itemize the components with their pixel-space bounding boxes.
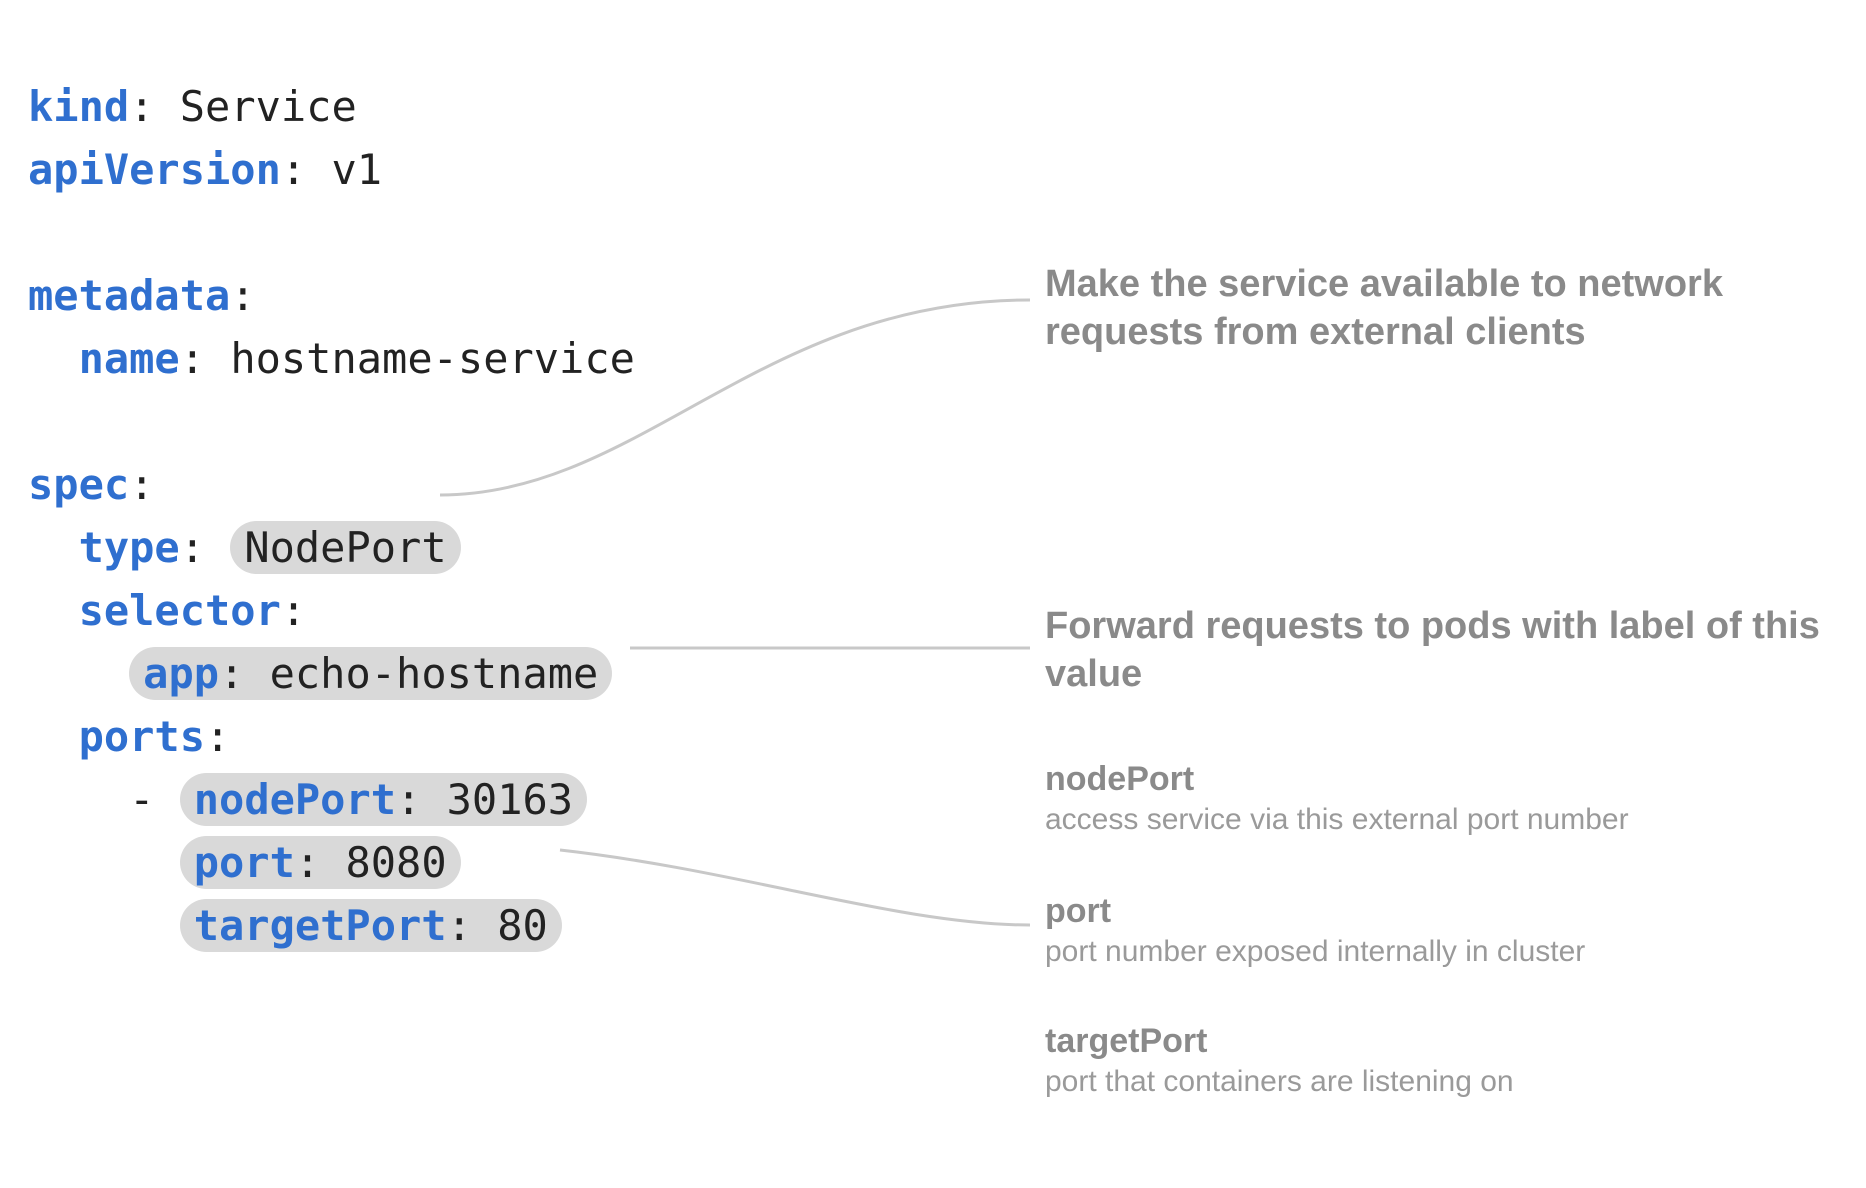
annotation-port-desc: port number exposed internally in cluste… [1045,935,1585,969]
highlight-type: NodePort [230,521,460,574]
highlight-selector: app: echo-hostname [129,647,612,700]
annotation-selector: Forward requests to pods with label of t… [1045,602,1845,698]
val-name: hostname-service [230,334,635,383]
key-name: name [79,334,180,383]
annotation-port-term: port [1045,892,1585,931]
val-nodeport: 30163 [447,775,573,824]
key-metadata: metadata [28,271,230,320]
highlight-port: port: 8080 [180,836,461,889]
val-port: 8080 [345,838,446,887]
annotation-nodeport-term: nodePort [1045,760,1629,799]
highlight-targetport: targetPort: 80 [180,899,562,952]
annotation-targetport: targetPort port that containers are list… [1045,1022,1514,1099]
annotation-selector-text: Forward requests to pods with label of t… [1045,602,1845,698]
val-app: echo-hostname [270,649,599,698]
val-kind: Service [180,82,357,131]
annotation-port: port port number exposed internally in c… [1045,892,1585,969]
key-targetport: targetPort [194,901,447,950]
key-app: app [143,649,219,698]
val-type: NodePort [244,523,446,572]
val-targetport: 80 [497,901,548,950]
annotation-nodeport-desc: access service via this external port nu… [1045,803,1629,837]
key-selector: selector [79,586,281,635]
val-apiversion: v1 [331,145,382,194]
key-spec: spec [28,460,129,509]
annotation-type-text: Make the service available to network re… [1045,260,1845,356]
key-ports: ports [79,712,205,761]
yaml-code: kind: Service apiVersion: v1 metadata: n… [28,12,635,957]
key-type: type [79,523,180,572]
key-kind: kind [28,82,129,131]
annotation-nodeport: nodePort access service via this externa… [1045,760,1629,837]
annotation-targetport-term: targetPort [1045,1022,1514,1061]
annotation-targetport-desc: port that containers are listening on [1045,1065,1514,1099]
key-port: port [194,838,295,887]
key-apiversion: apiVersion [28,145,281,194]
annotation-type: Make the service available to network re… [1045,260,1845,356]
highlight-nodeport: nodePort: 30163 [180,773,587,826]
key-nodeport: nodePort [194,775,396,824]
